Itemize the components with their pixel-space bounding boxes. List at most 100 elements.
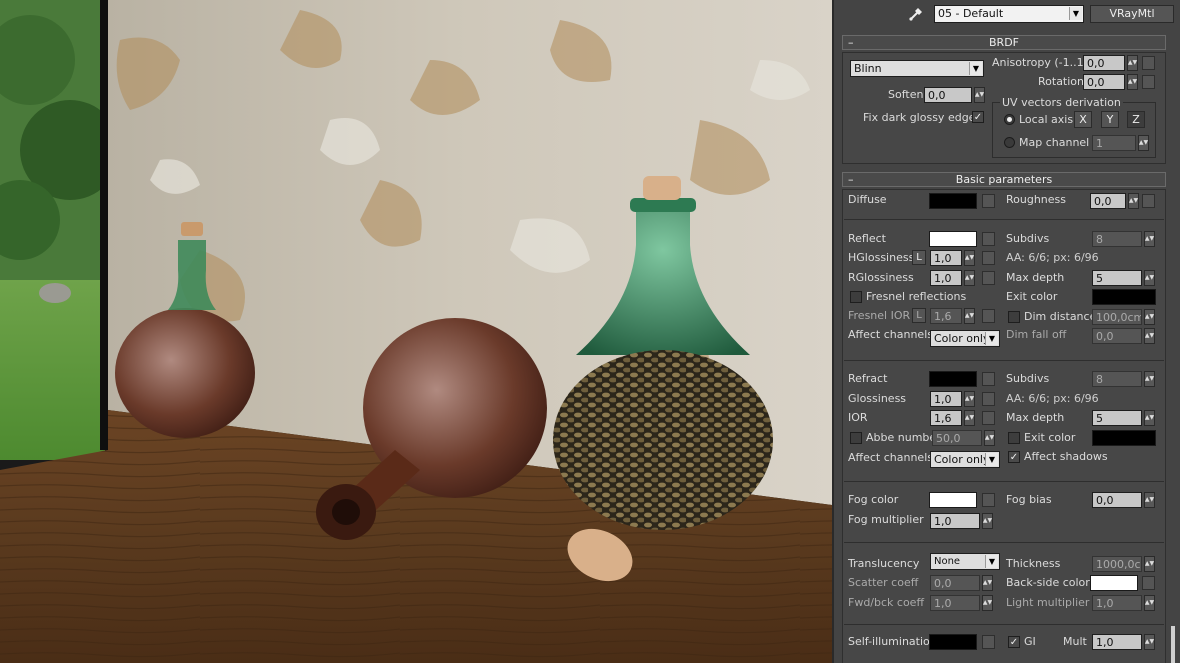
ior-map-button[interactable] (982, 411, 995, 425)
spinner-arrows-icon[interactable]: ▲▼ (1144, 492, 1155, 508)
refract-max-depth-spinner[interactable]: 5 ▲▼ (1092, 410, 1155, 426)
fresnel-ior-map-button[interactable] (982, 309, 995, 323)
reflect-max-depth-value[interactable]: 5 (1092, 270, 1142, 286)
spinner-arrows-icon[interactable]: ▲▼ (982, 575, 993, 591)
fwd-bck-coeff-spinner[interactable]: 1,0 ▲▼ (930, 595, 993, 611)
rotation-spinner[interactable]: 0,0 ▲▼ (1083, 74, 1138, 90)
ior-spinner[interactable]: 1,6 ▲▼ (930, 410, 975, 426)
spinner-arrows-icon[interactable]: ▲▼ (1144, 634, 1155, 650)
local-axis-radio[interactable] (1004, 114, 1015, 125)
refract-max-depth-value[interactable]: 5 (1092, 410, 1142, 426)
refract-subdivs-spinner[interactable]: 8 ▲▼ (1092, 371, 1155, 387)
fog-multiplier-value[interactable]: 1,0 (930, 513, 980, 529)
spinner-arrows-icon[interactable]: ▲▼ (1144, 328, 1155, 344)
hglossiness-value[interactable]: 1,0 (930, 250, 962, 266)
anisotropy-map-button[interactable] (1142, 56, 1155, 70)
render-viewport[interactable] (0, 0, 832, 663)
translucency-dropdown[interactable]: None ▼ (930, 553, 1000, 570)
anisotropy-spinner[interactable]: 0,0 ▲▼ (1083, 55, 1138, 71)
axis-y-button[interactable]: Y (1101, 111, 1119, 128)
thickness-spinner[interactable]: 1000,0cm▲▼ (1092, 556, 1155, 572)
reflect-subdivs-spinner[interactable]: 8 ▲▼ (1092, 231, 1155, 247)
panel-scrollbar[interactable] (1171, 626, 1175, 663)
spinner-arrows-icon[interactable]: ▲▼ (964, 308, 975, 324)
spinner-arrows-icon[interactable]: ▲▼ (1144, 309, 1155, 325)
scatter-coeff-spinner[interactable]: 0,0 ▲▼ (930, 575, 993, 591)
soften-spinner[interactable]: 0,0 ▲▼ (924, 87, 985, 103)
fog-color-swatch[interactable] (929, 492, 977, 508)
self-illumination-color-swatch[interactable] (929, 634, 977, 650)
refract-exit-color-checkbox[interactable] (1008, 432, 1020, 444)
chevron-down-icon[interactable]: ▼ (1069, 7, 1082, 20)
dim-falloff-spinner[interactable]: 0,0 ▲▼ (1092, 328, 1155, 344)
dim-falloff-value[interactable]: 0,0 (1092, 328, 1142, 344)
dim-distance-checkbox[interactable] (1008, 311, 1020, 323)
fog-bias-value[interactable]: 0,0 (1092, 492, 1142, 508)
map-channel-value[interactable]: 1 (1092, 135, 1136, 151)
axis-z-button[interactable]: Z (1127, 111, 1145, 128)
self-illum-mult-spinner[interactable]: 1,0 ▲▼ (1092, 634, 1155, 650)
refract-subdivs-value[interactable]: 8 (1092, 371, 1142, 387)
map-channel-spinner[interactable]: 1 ▲▼ (1092, 135, 1149, 151)
spinner-arrows-icon[interactable]: ▲▼ (982, 595, 993, 611)
basic-params-rollout-header[interactable]: – Basic parameters (842, 172, 1166, 187)
refract-glossiness-value[interactable]: 1,0 (930, 391, 962, 407)
rotation-map-button[interactable] (1142, 75, 1155, 89)
spinner-arrows-icon[interactable]: ▲▼ (982, 513, 993, 529)
rotation-value[interactable]: 0,0 (1083, 74, 1125, 90)
fresnel-checkbox[interactable] (850, 291, 862, 303)
spinner-arrows-icon[interactable]: ▲▼ (984, 430, 995, 446)
spinner-arrows-icon[interactable]: ▲▼ (1127, 74, 1138, 90)
ior-value[interactable]: 1,6 (930, 410, 962, 426)
reflect-affect-channels-dropdown[interactable]: Color only ▼ (930, 330, 1000, 347)
reflect-map-button[interactable] (982, 232, 995, 246)
rglossiness-value[interactable]: 1,0 (930, 270, 962, 286)
fog-bias-spinner[interactable]: 0,0 ▲▼ (1092, 492, 1155, 508)
fix-dark-edges-checkbox[interactable]: ✓ (972, 111, 984, 123)
refract-color-swatch[interactable] (929, 371, 977, 387)
rglossiness-map-button[interactable] (982, 271, 995, 285)
abbe-checkbox[interactable] (850, 432, 862, 444)
roughness-map-button[interactable] (1142, 194, 1155, 208)
spinner-arrows-icon[interactable]: ▲▼ (964, 250, 975, 266)
dim-distance-value[interactable]: 100,0cm (1092, 309, 1142, 325)
spinner-arrows-icon[interactable]: ▲▼ (1144, 556, 1155, 572)
fresnel-ior-value[interactable]: 1,6 (930, 308, 962, 324)
spinner-arrows-icon[interactable]: ▲▼ (1127, 55, 1138, 71)
spinner-arrows-icon[interactable]: ▲▼ (964, 270, 975, 286)
spinner-arrows-icon[interactable]: ▲▼ (1144, 595, 1155, 611)
spinner-arrows-icon[interactable]: ▲▼ (1144, 231, 1155, 247)
fwd-bck-coeff-value[interactable]: 1,0 (930, 595, 980, 611)
diffuse-map-button[interactable] (982, 194, 995, 208)
reflect-max-depth-spinner[interactable]: 5 ▲▼ (1092, 270, 1155, 286)
brdf-rollout-header[interactable]: – BRDF (842, 35, 1166, 50)
map-channel-radio[interactable] (1004, 137, 1015, 148)
material-name-field[interactable]: 05 - Default ▼ (934, 5, 1084, 23)
affect-shadows-checkbox[interactable]: ✓ (1008, 451, 1020, 463)
rglossiness-spinner[interactable]: 1,0 ▲▼ (930, 270, 975, 286)
scatter-coeff-value[interactable]: 0,0 (930, 575, 980, 591)
hglossiness-lock-button[interactable]: L (912, 250, 926, 265)
reflect-color-swatch[interactable] (929, 231, 977, 247)
fog-color-map-button[interactable] (982, 493, 995, 507)
spinner-arrows-icon[interactable]: ▲▼ (1144, 410, 1155, 426)
light-multiplier-spinner[interactable]: 1,0 ▲▼ (1092, 595, 1155, 611)
eyedropper-icon[interactable] (908, 4, 926, 22)
backside-color-map-button[interactable] (1142, 576, 1155, 590)
fog-multiplier-spinner[interactable]: 1,0 ▲▼ (930, 513, 993, 529)
spinner-arrows-icon[interactable]: ▲▼ (1138, 135, 1149, 151)
diffuse-color-swatch[interactable] (929, 193, 977, 209)
spinner-arrows-icon[interactable]: ▲▼ (964, 391, 975, 407)
soften-value[interactable]: 0,0 (924, 87, 972, 103)
hglossiness-spinner[interactable]: 1,0 ▲▼ (930, 250, 975, 266)
refract-exit-color-swatch[interactable] (1092, 430, 1156, 446)
spinner-arrows-icon[interactable]: ▲▼ (1144, 371, 1155, 387)
abbe-spinner[interactable]: 50,0 ▲▼ (932, 430, 995, 446)
refract-glossiness-map-button[interactable] (982, 392, 995, 406)
gi-checkbox[interactable]: ✓ (1008, 636, 1020, 648)
anisotropy-value[interactable]: 0,0 (1083, 55, 1125, 71)
spinner-arrows-icon[interactable]: ▲▼ (974, 87, 985, 103)
fresnel-ior-spinner[interactable]: 1,6 ▲▼ (930, 308, 975, 324)
fresnel-ior-lock-button[interactable]: L (912, 308, 926, 323)
backside-color-swatch[interactable] (1090, 575, 1138, 591)
